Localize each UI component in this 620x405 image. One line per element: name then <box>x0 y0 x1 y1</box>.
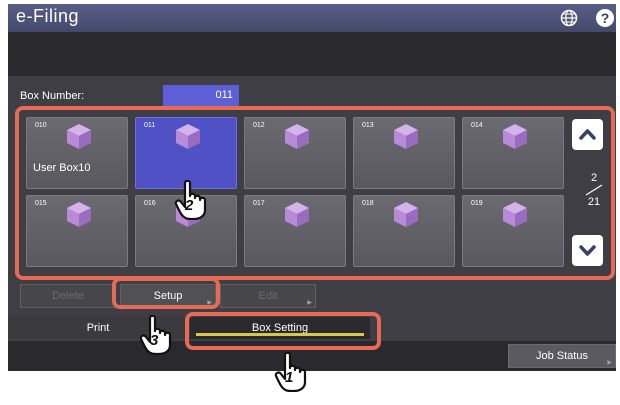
job-status-button[interactable]: Job Status ▶ <box>508 344 616 368</box>
delete-button[interactable]: Delete <box>20 284 116 308</box>
edit-button-label: Edit <box>258 290 278 302</box>
box-number-label: Box Number: <box>20 90 85 102</box>
delete-button-label: Delete <box>52 290 84 302</box>
step-2-number: 2 <box>185 197 194 214</box>
title-bar: e-Filing ? <box>8 4 616 32</box>
step-3-number: 3 <box>150 332 159 349</box>
step-1-hand-icon: 1 <box>272 352 312 392</box>
highlight-box-setting-tab <box>185 312 381 350</box>
highlight-box-grid <box>15 106 615 280</box>
submenu-arrow-icon: ▶ <box>607 360 612 366</box>
globe-icon[interactable] <box>560 9 578 27</box>
step-1-number: 1 <box>285 369 294 386</box>
message-bar <box>8 32 616 76</box>
submenu-arrow-icon: ▶ <box>307 300 312 306</box>
box-number-field[interactable]: 011 <box>163 85 239 106</box>
help-icon[interactable]: ? <box>596 9 614 27</box>
app-title: e-Filing <box>16 6 80 26</box>
highlight-setup-button <box>112 277 220 309</box>
step-2-hand-icon: 2 <box>172 180 212 220</box>
job-status-label: Job Status <box>536 350 588 362</box>
tab-print-label: Print <box>86 322 110 334</box>
step-3-hand-icon: 3 <box>137 315 177 355</box>
edit-button[interactable]: Edit ▶ <box>220 284 316 308</box>
